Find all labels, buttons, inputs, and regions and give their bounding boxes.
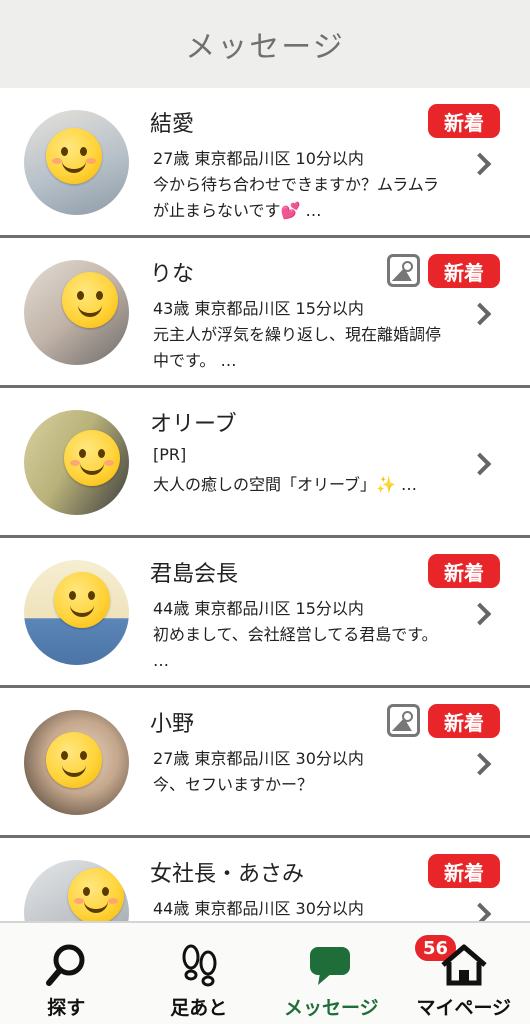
tab-label: 足あと (170, 997, 228, 1019)
avatar[interactable] (24, 860, 129, 921)
sender-name: りな (150, 262, 195, 287)
message-preview: 元主人が浮気を繰り返し、現在離婚調停中です。 … (153, 325, 442, 370)
message-preview: 初めまして、会社経営してる君島です。 … (153, 625, 438, 670)
footprints-icon (182, 944, 217, 987)
sender-name: 結愛 (150, 112, 195, 137)
emoji-face-icon (62, 272, 118, 328)
message-list[interactable]: 結愛 新着 27歳 東京都品川区 10分以内 今から待ち合わせできますか？ムラム… (0, 88, 530, 921)
sender-meta: 27歳 東京都品川区 30分以内 (153, 749, 364, 768)
search-icon (46, 944, 85, 986)
message-preview: 大人の癒しの空間「オリーブ」✨ … (153, 475, 418, 494)
bottom-tab-bar: 探す 足あと メッセージ 56 マイページ (0, 921, 530, 1024)
avatar[interactable] (24, 260, 129, 365)
home-icon (441, 944, 487, 986)
new-badge: 新着 (428, 704, 500, 738)
new-badge: 新着 (428, 854, 500, 888)
chevron-right-icon (468, 752, 492, 776)
sender-meta: 27歳 東京都品川区 10分以内 (153, 149, 364, 168)
emoji-face-icon (68, 868, 124, 921)
sender-meta: 44歳 東京都品川区 30分以内 (153, 899, 364, 918)
page-header: メッセージ (0, 0, 530, 88)
chevron-right-icon (468, 902, 492, 921)
tab-label: 探す (47, 997, 86, 1019)
pr-label: [PR] (153, 445, 187, 464)
tab-footprints[interactable]: 足あと (133, 923, 266, 1024)
avatar[interactable] (24, 110, 129, 215)
tab-label: メッセージ (283, 997, 379, 1019)
emoji-face-icon (46, 128, 102, 184)
chevron-right-icon (468, 602, 492, 626)
sender-meta: 44歳 東京都品川区 15分以内 (153, 599, 364, 618)
photo-icon (387, 254, 420, 287)
tab-search[interactable]: 探す (0, 923, 133, 1024)
tab-mypage[interactable]: マイページ (398, 923, 530, 1024)
photo-icon (387, 704, 420, 737)
chevron-right-icon (468, 152, 492, 176)
tab-label: マイページ (416, 997, 512, 1019)
new-badge: 新着 (428, 254, 500, 288)
avatar[interactable] (24, 560, 129, 665)
message-row-kimishima[interactable]: 君島会長 新着 44歳 東京都品川区 15分以内 初めまして、会社経営してる君島… (0, 538, 530, 688)
chevron-right-icon (468, 302, 492, 326)
sender-meta: 43歳 東京都品川区 15分以内 (153, 299, 364, 318)
sender-name: 女社長・あさみ (150, 862, 305, 887)
message-preview: 今から待ち合わせできますか？ムラムラが止まらないです💕 … (153, 175, 439, 220)
message-row-ono[interactable]: 小野 新着 27歳 東京都品川区 30分以内 今、セフいますかー？ (0, 688, 530, 838)
message-preview: 今、セフいますかー？ (153, 775, 314, 794)
sender-name: 君島会長 (150, 562, 239, 587)
message-row-olive[interactable]: オリーブ [PR] 大人の癒しの空間「オリーブ」✨ … (0, 388, 530, 538)
avatar[interactable] (24, 410, 129, 515)
emoji-face-icon (64, 430, 120, 486)
avatar[interactable] (24, 710, 129, 815)
new-badge: 新着 (428, 104, 500, 138)
sender-name: オリーブ (150, 412, 237, 437)
message-row-rina[interactable]: りな 新着 43歳 東京都品川区 15分以内 元主人が浮気を繰り返し、現在離婚調… (0, 238, 530, 388)
sender-name: 小野 (150, 712, 195, 737)
message-row-asami[interactable]: 女社長・あさみ 新着 44歳 東京都品川区 30分以内 (0, 838, 530, 921)
emoji-face-icon (46, 732, 102, 788)
chevron-right-icon (468, 452, 492, 476)
page-title: メッセージ (185, 30, 345, 65)
message-row-yua[interactable]: 結愛 新着 27歳 東京都品川区 10分以内 今から待ち合わせできますか？ムラム… (0, 88, 530, 238)
tab-messages[interactable]: メッセージ 56 (265, 923, 459, 1024)
new-badge: 新着 (428, 554, 500, 588)
emoji-face-icon (54, 572, 110, 628)
chat-bubble-icon (310, 947, 351, 985)
